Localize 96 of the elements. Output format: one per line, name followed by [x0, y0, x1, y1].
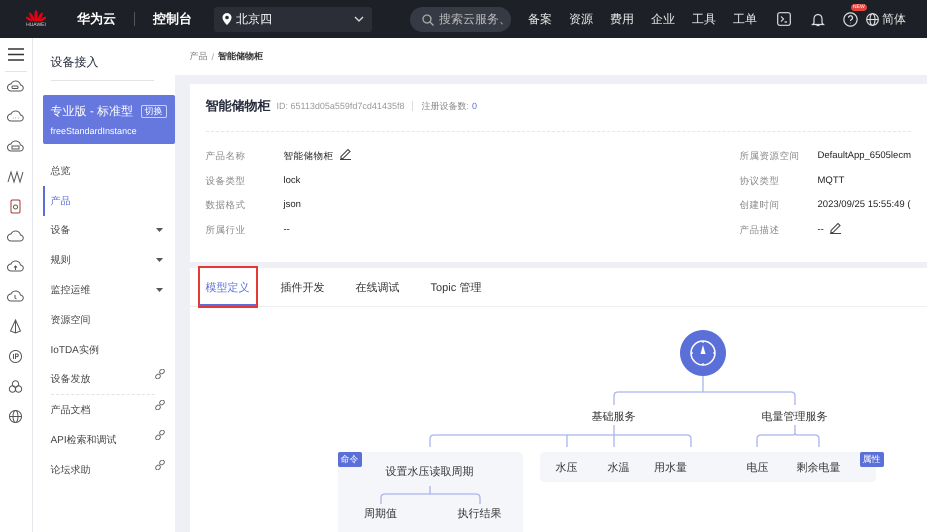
- search-icon: [422, 14, 434, 26]
- nav-item[interactable]: 产品文档: [42, 395, 175, 426]
- property-name: 电压: [746, 461, 770, 475]
- instance-name: freeStandardInstance: [50, 126, 138, 136]
- waves-icon[interactable]: [7, 169, 24, 184]
- nav-item[interactable]: IoTDA实例: [42, 334, 175, 365]
- pencil-icon[interactable]: [338, 147, 352, 160]
- instance-edition: 专业版 - 标准型: [50, 103, 134, 120]
- field-label: 设备类型: [206, 174, 247, 188]
- bell-icon[interactable]: [811, 12, 825, 26]
- command-tag: 命令: [338, 452, 362, 467]
- device-count-label: 注册设备数:: [421, 100, 469, 112]
- top-menu-link[interactable]: 工单: [733, 10, 757, 28]
- cloud-icon[interactable]: [7, 79, 24, 94]
- field-value: --: [284, 224, 290, 234]
- nav-title: 设备接入: [50, 54, 100, 71]
- help-icon[interactable]: [843, 12, 858, 26]
- tab[interactable]: 在线调试: [350, 268, 406, 306]
- top-menu-link[interactable]: 工具: [692, 10, 716, 28]
- globe-icon[interactable]: [7, 409, 24, 424]
- field-value: 智能储物柜: [284, 150, 334, 163]
- nav-item[interactable]: 规则: [42, 245, 175, 276]
- top-menu-link[interactable]: 备案: [528, 10, 552, 28]
- location-pin-icon: [222, 13, 232, 25]
- top-menu-link[interactable]: 资源: [569, 10, 593, 28]
- tab[interactable]: Topic 管理: [424, 268, 488, 306]
- product-id: ID: 65113d05a559fd7cd41435f8: [276, 101, 404, 111]
- nav-item[interactable]: 监控运维: [42, 275, 175, 305]
- service-name: 基础服务: [590, 410, 637, 424]
- command-parameter: 周期值: [363, 507, 398, 521]
- breadcrumb-item: 智能储物柜: [218, 50, 264, 63]
- link-icon: [154, 400, 165, 410]
- nav-item[interactable]: 产品: [42, 186, 175, 216]
- field-value: MQTT: [818, 174, 844, 186]
- language-menu[interactable]: 简体: [866, 10, 906, 28]
- property-name: 水压: [554, 461, 579, 475]
- top-menu-link[interactable]: 企业: [651, 10, 675, 28]
- property-name: 用水量: [653, 461, 688, 475]
- instance-card[interactable]: 专业版 - 标准型 切换 freeStandardInstance: [42, 95, 175, 144]
- chevron-down-icon: [354, 16, 364, 22]
- connector-line: [756, 424, 821, 448]
- top-menu-link[interactable]: 费用: [610, 10, 634, 28]
- nav-item[interactable]: API检索和调试: [42, 425, 175, 455]
- terminal-icon[interactable]: [777, 12, 791, 26]
- link-icon: [154, 460, 165, 470]
- device-count[interactable]: 0: [472, 101, 477, 111]
- field-label: 产品名称: [206, 150, 247, 163]
- globe-icon: [866, 12, 879, 26]
- cloud-icon[interactable]: [7, 289, 24, 304]
- nav-item[interactable]: 论坛求助: [42, 454, 175, 485]
- property-name: 水温: [606, 461, 631, 475]
- caret-down-icon: [156, 228, 163, 232]
- nav-item[interactable]: 资源空间: [42, 304, 175, 335]
- field-value: 2023/09/25 15:55:49 (: [818, 199, 910, 210]
- field-label: 协议类型: [740, 174, 781, 188]
- field-label: 所属行业: [206, 224, 247, 236]
- console-link[interactable]: 控制台: [153, 10, 192, 28]
- command-parameter: 执行结果: [456, 507, 503, 521]
- cloud-upload-icon[interactable]: [7, 259, 24, 274]
- service-name: 电量管理服务: [760, 410, 829, 424]
- field-label: 创建时间: [740, 199, 781, 212]
- field-value: DefaultApp_6505lecm: [818, 150, 911, 161]
- property-name: 剩余电量: [796, 461, 842, 475]
- link-icon: [154, 430, 165, 440]
- cloud-icon[interactable]: [7, 109, 24, 124]
- ip-icon[interactable]: [7, 349, 24, 364]
- menu-icon[interactable]: [8, 48, 24, 61]
- breadcrumb-separator: /: [212, 52, 214, 62]
- switch-button[interactable]: 切换: [140, 105, 167, 118]
- flower-logo-icon: [26, 10, 46, 22]
- pencil-icon[interactable]: [828, 220, 842, 234]
- field-value: --: [818, 224, 824, 234]
- product-title: 智能储物柜: [206, 97, 271, 115]
- field-label: 产品描述: [740, 224, 781, 236]
- nav-item[interactable]: 设备: [42, 216, 175, 246]
- link-icon: [154, 369, 165, 380]
- field-value: json: [284, 199, 301, 210]
- nav-item[interactable]: 总览: [42, 156, 175, 186]
- caret-down-icon: [156, 258, 163, 262]
- tab[interactable]: 模型定义: [200, 268, 256, 306]
- command-name: 设置水压读取周期: [384, 465, 475, 479]
- field-label: 所属资源空间: [740, 150, 801, 163]
- search-field[interactable]: 搜索云服务、: [410, 6, 511, 32]
- property-tag: 属性: [860, 452, 884, 467]
- breadcrumb-item[interactable]: 产品: [190, 50, 208, 63]
- circles-icon[interactable]: [7, 379, 24, 394]
- region-select[interactable]: 北京四: [214, 6, 372, 32]
- brand-name: 华为云: [77, 10, 116, 28]
- compass-icon: [680, 330, 726, 376]
- field-value: lock: [284, 174, 300, 186]
- cloud-icon[interactable]: [7, 139, 24, 154]
- caret-down-icon: [156, 288, 163, 292]
- cloud-icon[interactable]: [7, 229, 24, 244]
- tab[interactable]: 插件开发: [274, 268, 331, 306]
- field-label: 数据格式: [206, 199, 247, 212]
- nav-item[interactable]: 设备发放: [42, 364, 175, 394]
